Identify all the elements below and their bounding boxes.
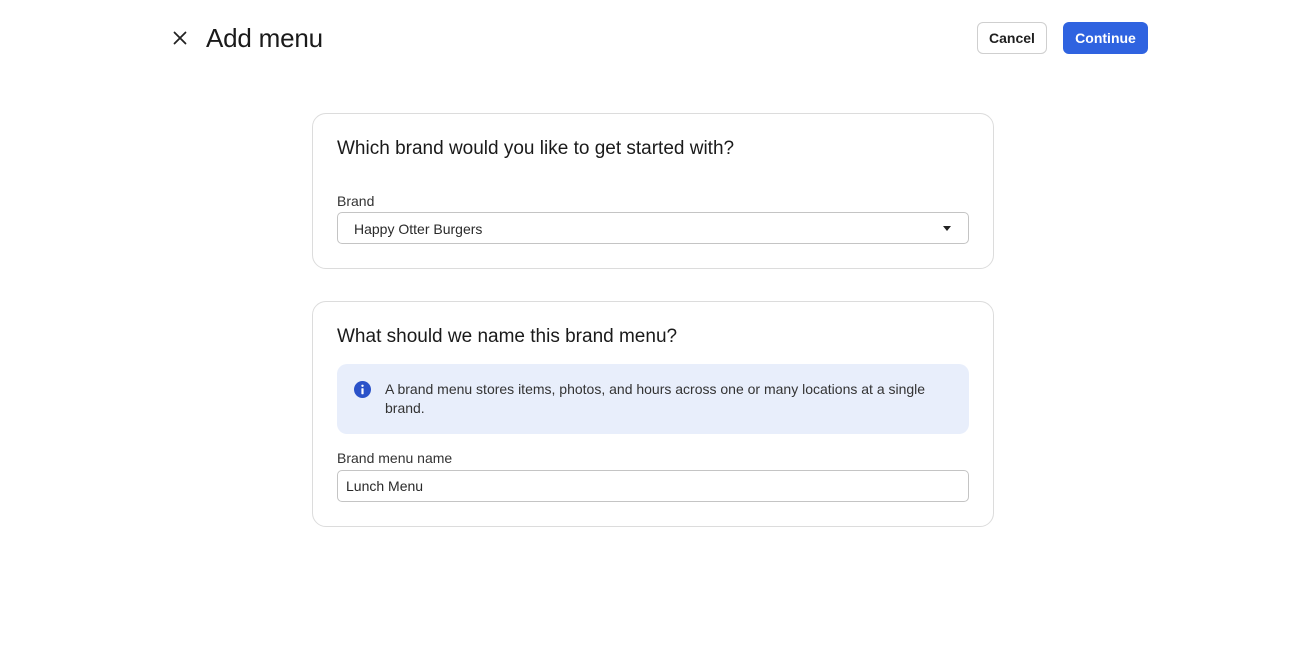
continue-button[interactable]: Continue bbox=[1063, 22, 1148, 54]
brand-select[interactable]: Happy Otter Burgers bbox=[337, 212, 969, 244]
info-icon bbox=[354, 381, 371, 398]
brand-selection-card: Which brand would you like to get starte… bbox=[312, 113, 994, 269]
menu-name-field-label: Brand menu name bbox=[337, 450, 453, 466]
cancel-button[interactable]: Cancel bbox=[977, 22, 1047, 54]
name-section-heading: What should we name this brand menu? bbox=[337, 326, 678, 347]
close-button[interactable] bbox=[168, 26, 192, 50]
info-text: A brand menu stores items, photos, and h… bbox=[385, 381, 926, 416]
menu-name-card: What should we name this brand menu? A b… bbox=[312, 301, 994, 527]
brand-field-label: Brand bbox=[337, 193, 375, 209]
chevron-down-icon bbox=[943, 226, 951, 231]
brand-section-heading: Which brand would you like to get starte… bbox=[337, 138, 735, 159]
info-banner: A brand menu stores items, photos, and h… bbox=[337, 364, 969, 434]
page-title: Add menu bbox=[206, 23, 323, 53]
close-icon bbox=[173, 31, 187, 45]
menu-name-input[interactable] bbox=[337, 470, 969, 502]
add-menu-page: Add menu Cancel Continue Which brand wou… bbox=[0, 0, 1301, 649]
brand-select-value: Happy Otter Burgers bbox=[354, 221, 483, 237]
